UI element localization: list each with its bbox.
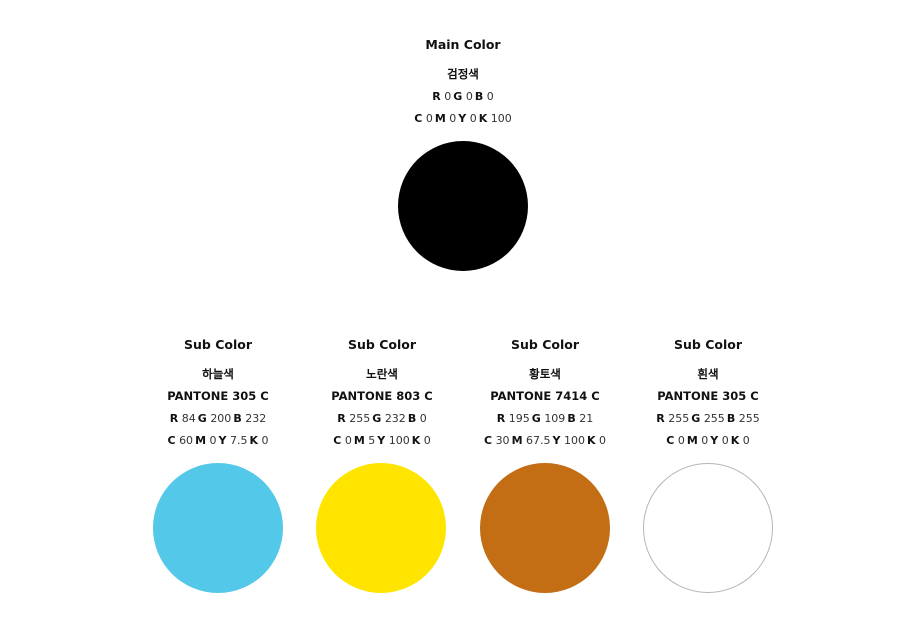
rgb-r-value: 84 xyxy=(181,412,196,425)
sub-color-rgb: R 255 G 232 B 0 xyxy=(337,412,427,425)
cmyk-m-value: 67.5 xyxy=(526,434,551,447)
sub-color-pantone: PANTONE 305 C xyxy=(167,389,269,403)
sub-color-heading: Sub Color xyxy=(348,337,416,352)
sub-color-pantone: PANTONE 7414 C xyxy=(490,389,600,403)
rgb-b-value: 0 xyxy=(419,412,427,425)
cmyk-c-value: 30 xyxy=(495,434,510,447)
sub-color-cmyk: C 0M 0Y 0K 0 xyxy=(666,434,750,447)
sub-color-info-1: Sub Color 하늘색 PANTONE 305 C R 84 G 200 B 2… xyxy=(138,337,298,448)
cmyk-m-value: 0 xyxy=(209,434,217,447)
cmyk-m-value: 0 xyxy=(701,434,709,447)
sub-color-rgb: R 84 G 200 B 232 xyxy=(169,412,267,425)
cmyk-m-value: 5 xyxy=(368,434,376,447)
sub-color-swatch-white xyxy=(643,463,773,593)
sub-color-name: 흰색 xyxy=(697,367,719,381)
rgb-r-value: 255 xyxy=(349,412,371,425)
rgb-r-value: 0 xyxy=(444,90,452,103)
rgb-g-value: 232 xyxy=(384,412,406,425)
sub-color-rgb: R 195 G 109 B 21 xyxy=(496,412,594,425)
sub-color-cmyk: C 0M 5Y 100 K 0 xyxy=(333,434,431,447)
sub-color-info-2: Sub Color 노란색 PANTONE 803 C R 255 G 232 B … xyxy=(302,337,462,448)
cmyk-c-value: 60 xyxy=(179,434,194,447)
rgb-g-value: 255 xyxy=(703,412,725,425)
rgb-g-value: 109 xyxy=(544,412,566,425)
cmyk-k-value: 0 xyxy=(423,434,431,447)
sub-color-name: 노란색 xyxy=(366,367,398,381)
cmyk-y-value: 0 xyxy=(469,112,477,125)
cmyk-y-value: 7.5 xyxy=(229,434,248,447)
sub-color-heading: Sub Color xyxy=(511,337,579,352)
cmyk-k-value: 0 xyxy=(742,434,750,447)
main-color-rgb: R 0G 0B 0 xyxy=(432,90,494,103)
rgb-g-value: 0 xyxy=(465,90,473,103)
color-palette-page: Main Color 검정색 R 0G 0B 0 C 0M 0Y 0K 100 … xyxy=(0,0,924,629)
sub-color-heading: Sub Color xyxy=(184,337,252,352)
rgb-b-value: 255 xyxy=(738,412,760,425)
main-color-info: Main Color 검정색 R 0G 0B 0 C 0M 0Y 0K 100 xyxy=(383,37,543,126)
sub-color-heading: Sub Color xyxy=(674,337,742,352)
sub-color-info-3: Sub Color 황토색 PANTONE 7414 C R 195 G 109 B… xyxy=(465,337,625,448)
rgb-b-value: 0 xyxy=(486,90,494,103)
main-color-name: 검정색 xyxy=(447,67,479,81)
sub-color-swatch-sky-blue xyxy=(153,463,283,593)
sub-color-info-4: Sub Color 흰색 PANTONE 305 C R 255 G 255 B 2… xyxy=(628,337,788,448)
main-color-swatch xyxy=(398,141,528,271)
cmyk-m-value: 0 xyxy=(449,112,457,125)
cmyk-y-value: 0 xyxy=(721,434,729,447)
sub-color-pantone: PANTONE 305 C xyxy=(657,389,759,403)
rgb-r-value: 195 xyxy=(508,412,530,425)
sub-color-rgb: R 255 G 255 B 255 xyxy=(656,412,760,425)
rgb-b-value: 21 xyxy=(579,412,594,425)
sub-color-cmyk: C 30 M 67.5 Y 100 K 0 xyxy=(483,434,607,447)
cmyk-c-value: 0 xyxy=(344,434,352,447)
cmyk-k-value: 100 xyxy=(490,112,512,125)
sub-color-pantone: PANTONE 803 C xyxy=(331,389,433,403)
cmyk-c-value: 0 xyxy=(677,434,685,447)
sub-color-swatch-ochre xyxy=(480,463,610,593)
rgb-b-value: 232 xyxy=(245,412,267,425)
cmyk-k-value: 0 xyxy=(261,434,269,447)
sub-color-name: 하늘색 xyxy=(202,367,234,381)
main-color-cmyk: C 0M 0Y 0K 100 xyxy=(414,112,512,125)
sub-color-name: 황토색 xyxy=(529,367,561,381)
cmyk-c-value: 0 xyxy=(425,112,433,125)
sub-color-swatch-yellow xyxy=(316,463,446,593)
rgb-r-value: 255 xyxy=(668,412,690,425)
sub-color-cmyk: C 60 M 0Y 7.5 K 0 xyxy=(167,434,269,447)
cmyk-y-value: 100 xyxy=(563,434,585,447)
cmyk-y-value: 100 xyxy=(388,434,410,447)
rgb-g-value: 200 xyxy=(210,412,232,425)
cmyk-k-value: 0 xyxy=(599,434,607,447)
main-color-heading: Main Color xyxy=(425,37,501,52)
